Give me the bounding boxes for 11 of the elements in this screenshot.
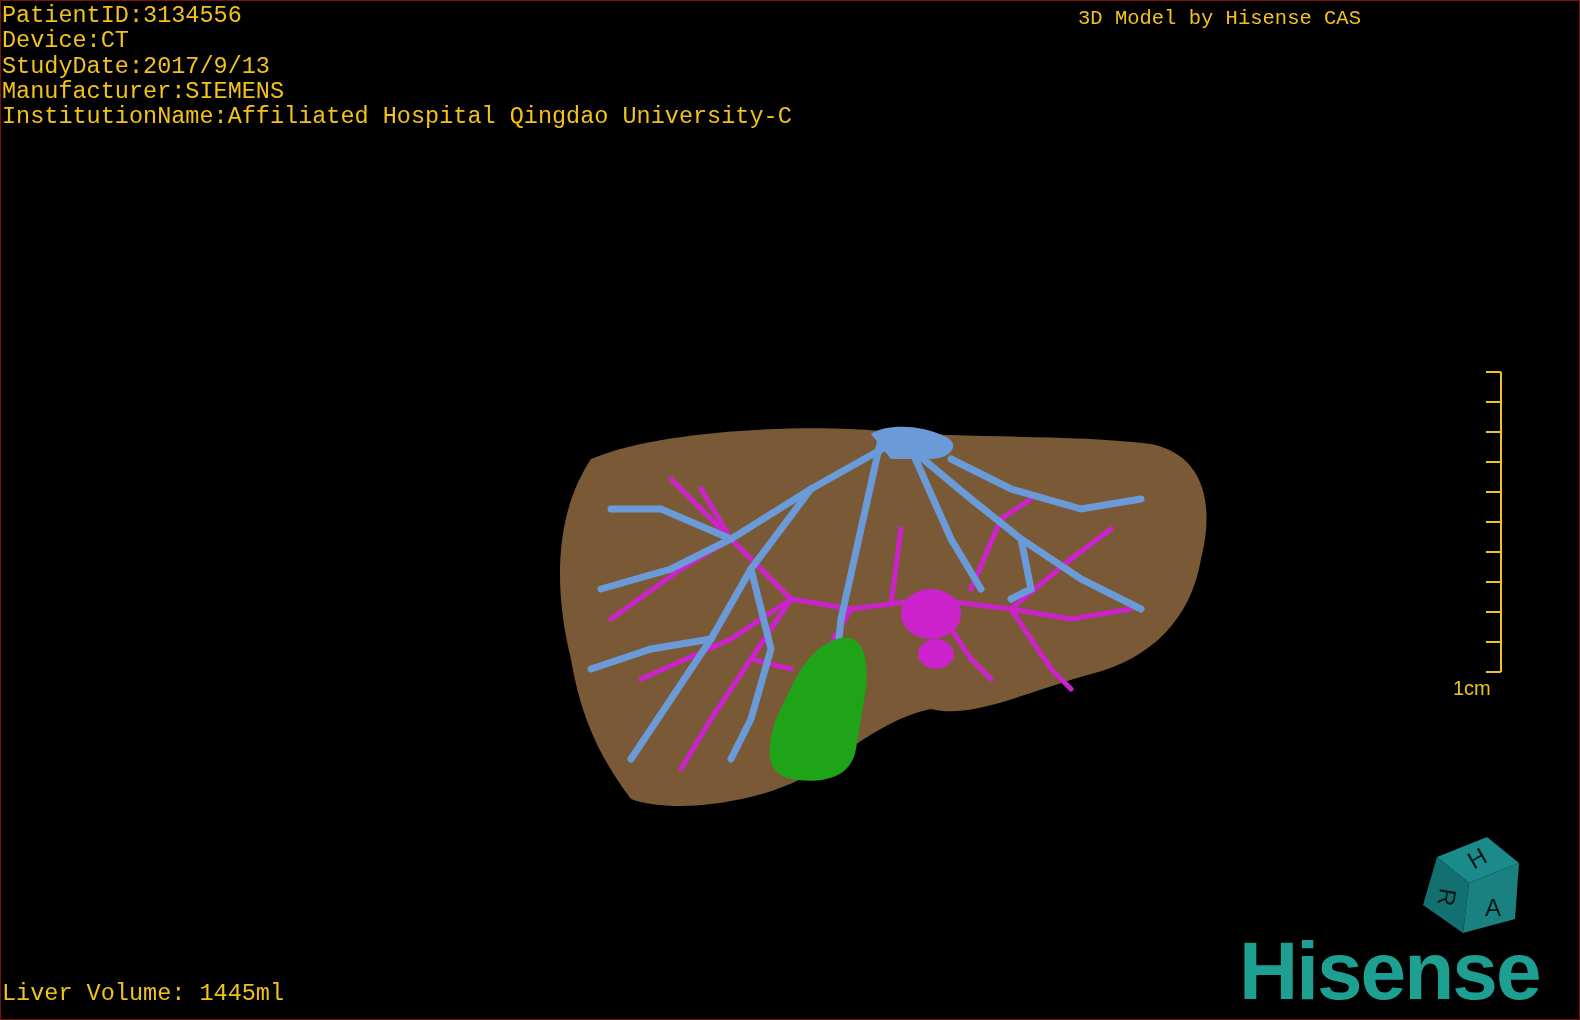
study-info-line: Manufacturer:SIEMENS xyxy=(2,78,286,105)
3d-viewport[interactable]: PatientID:3134556 Device:CT StudyDate:2017/9/13 Manufacturer:SIEMENS InstitutionName:Affiliated Hospital Qingdao University-C 3D Model by Hisense CAS 1cm H R A Liver Volume: 1445ml Hisense xyxy=(0,0,1580,1020)
logo-wordmark: Hisense xyxy=(1239,937,1540,1005)
study-info-line: InstitutionName:Affiliated Hospital Qingdao University-C xyxy=(2,104,792,130)
study-info-line: StudyDate:2017/9/13 xyxy=(2,53,271,79)
study-info-line: PatientID:3134556 xyxy=(2,3,243,29)
orientation-cube[interactable]: H R A xyxy=(1421,835,1523,937)
study-info-line: Device:CT xyxy=(2,28,130,54)
scale-label: 1cm xyxy=(1453,676,1491,701)
header-caption: 3D Model by Hisense CAS xyxy=(1078,6,1361,32)
liver-volume-label: Liver Volume: 1445ml xyxy=(2,979,285,1009)
